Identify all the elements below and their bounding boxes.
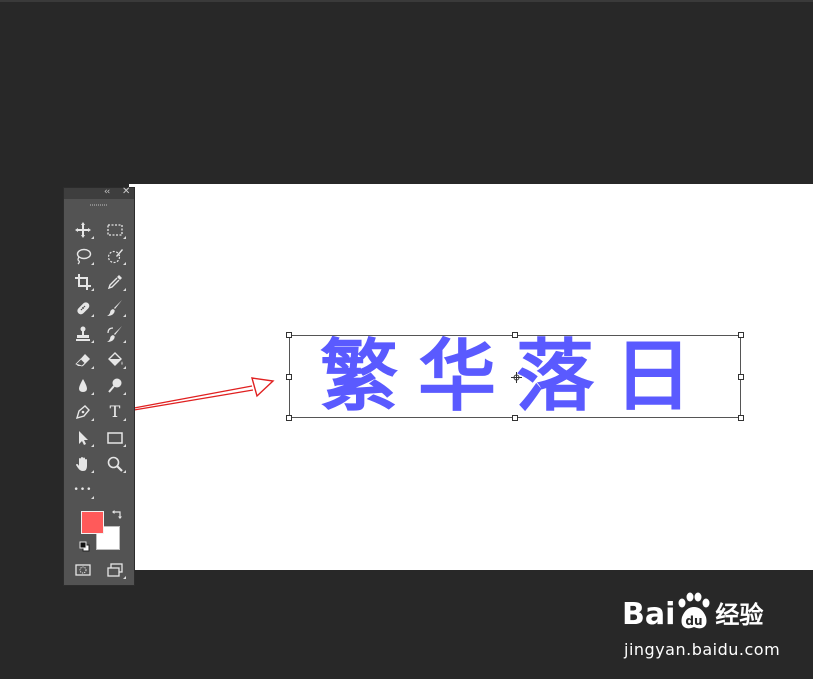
collapse-icon[interactable]: ‹‹ bbox=[104, 187, 110, 197]
marquee-tool[interactable] bbox=[103, 219, 127, 241]
bandage-icon bbox=[77, 302, 90, 315]
transform-handle-bottom-right[interactable] bbox=[738, 415, 744, 421]
brush-icon bbox=[107, 300, 122, 316]
screen-mode-button[interactable] bbox=[103, 559, 127, 581]
watermark-brand-suffix: 经验 bbox=[715, 601, 764, 629]
transform-handle-top-left[interactable] bbox=[286, 332, 292, 338]
eraser-icon bbox=[75, 354, 90, 367]
stamp-icon bbox=[76, 326, 90, 341]
crop-icon bbox=[75, 274, 91, 290]
pen-icon bbox=[75, 405, 90, 420]
more-tools-button[interactable]: ••• bbox=[71, 479, 95, 501]
pen-tool[interactable] bbox=[71, 401, 95, 423]
type-tool[interactable]: T bbox=[103, 401, 127, 423]
arrow-icon bbox=[79, 431, 88, 445]
crop-tool[interactable] bbox=[71, 271, 95, 293]
rectangle-icon bbox=[107, 432, 123, 444]
eyedropper-icon bbox=[107, 275, 122, 290]
quick-mask-button[interactable] bbox=[71, 559, 95, 581]
tools-panel[interactable]: ‹‹ ✕ T ••• bbox=[63, 186, 135, 586]
foreground-color-swatch[interactable] bbox=[81, 511, 104, 534]
zoom-icon bbox=[107, 456, 123, 472]
history-brush-tool[interactable] bbox=[103, 323, 127, 345]
quick-mask-icon bbox=[75, 564, 91, 576]
clone-stamp-tool[interactable] bbox=[71, 323, 95, 345]
watermark-brand-prefix: Bai bbox=[622, 597, 676, 632]
svg-text:du: du bbox=[686, 614, 703, 628]
transform-handle-top-center[interactable] bbox=[512, 332, 518, 338]
paint-bucket-tool[interactable] bbox=[103, 349, 127, 371]
default-colors-icon[interactable] bbox=[79, 541, 90, 552]
baidu-jingyan-watermark: Bai du 经验 jingyan.baidu.com bbox=[622, 588, 782, 668]
type-icon: T bbox=[109, 402, 121, 421]
transform-handle-bottom-left[interactable] bbox=[286, 415, 292, 421]
brush-tool[interactable] bbox=[103, 297, 127, 319]
rect-marquee-icon bbox=[107, 224, 123, 236]
watermark-domain: jingyan.baidu.com bbox=[624, 640, 781, 659]
paw-logo-icon: du bbox=[678, 592, 710, 629]
ellipsis-icon: ••• bbox=[73, 485, 93, 495]
lasso-tool[interactable] bbox=[71, 245, 95, 267]
swap-colors-icon[interactable] bbox=[111, 509, 123, 521]
blur-tool[interactable] bbox=[71, 375, 95, 397]
tools-panel-header[interactable]: ‹‹ ✕ bbox=[64, 186, 134, 199]
zoom-tool[interactable] bbox=[103, 453, 127, 475]
transform-handle-bottom-center[interactable] bbox=[512, 415, 518, 421]
healing-brush-tool[interactable] bbox=[71, 297, 95, 319]
quick-selection-icon bbox=[107, 249, 123, 264]
hand-tool[interactable] bbox=[71, 453, 95, 475]
annotation-arrow bbox=[133, 377, 275, 411]
rectangle-tool[interactable] bbox=[103, 427, 127, 449]
move-tool[interactable] bbox=[71, 219, 95, 241]
path-selection-tool[interactable] bbox=[71, 427, 95, 449]
panel-grip[interactable] bbox=[90, 204, 108, 206]
history-brush-icon bbox=[107, 326, 122, 342]
transform-handle-top-right[interactable] bbox=[738, 332, 744, 338]
screen-mode-icon bbox=[107, 563, 123, 577]
dodge-icon bbox=[108, 378, 122, 393]
top-border bbox=[0, 0, 813, 2]
eraser-tool[interactable] bbox=[71, 349, 95, 371]
transform-handle-middle-right[interactable] bbox=[738, 374, 744, 380]
reference-point-icon[interactable] bbox=[511, 372, 522, 383]
move-icon bbox=[75, 222, 91, 238]
dodge-tool[interactable] bbox=[103, 375, 127, 397]
quick-selection-tool[interactable] bbox=[103, 245, 127, 267]
lasso-icon bbox=[76, 248, 92, 265]
hand-icon bbox=[76, 457, 87, 471]
bucket-icon bbox=[108, 352, 123, 366]
eyedropper-tool[interactable] bbox=[103, 271, 127, 293]
watermark-logo: Bai du 经验 bbox=[622, 588, 763, 634]
drop-icon bbox=[79, 379, 87, 392]
close-icon[interactable]: ✕ bbox=[122, 186, 130, 197]
